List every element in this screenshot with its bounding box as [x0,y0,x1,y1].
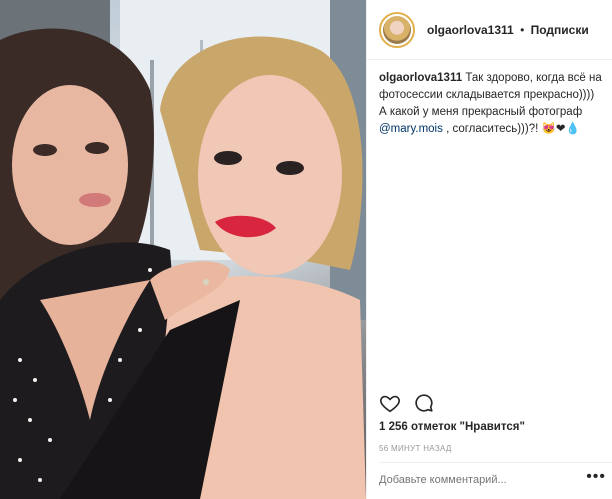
post-timestamp: 56 МИНУТ НАЗАД [379,444,452,453]
post-panel: olgaorlova1311 • Подписки olgaorlova1311… [366,0,612,499]
caption-username-link[interactable]: olgaorlova1311 [379,72,462,84]
caption-text-end: , согласитесь)))?! 😻❤💧 [446,123,580,135]
follow-button[interactable]: Подписки [531,23,589,37]
post-actions [379,392,435,414]
header-separator: • [520,22,525,37]
header-username-link[interactable]: olgaorlova1311 [427,23,514,37]
selfie-photo [0,0,366,499]
comment-icon[interactable] [413,392,435,414]
likes-count[interactable]: 1 256 отметок "Нравится" [379,421,525,433]
more-options-icon[interactable]: ••• [586,468,606,486]
post-caption: olgaorlova1311 Так здорово, когда всё на… [379,70,605,138]
comment-input[interactable] [379,466,579,494]
post-header: olgaorlova1311 • Подписки [367,0,612,60]
avatar[interactable] [379,11,415,48]
caption-mention-link[interactable]: @mary.mois [379,123,443,135]
comment-divider [379,462,612,463]
post-photo[interactable] [0,0,366,499]
header-text: olgaorlova1311 • Подписки [427,23,589,37]
avatar-image [383,15,411,44]
heart-icon[interactable] [379,392,401,414]
